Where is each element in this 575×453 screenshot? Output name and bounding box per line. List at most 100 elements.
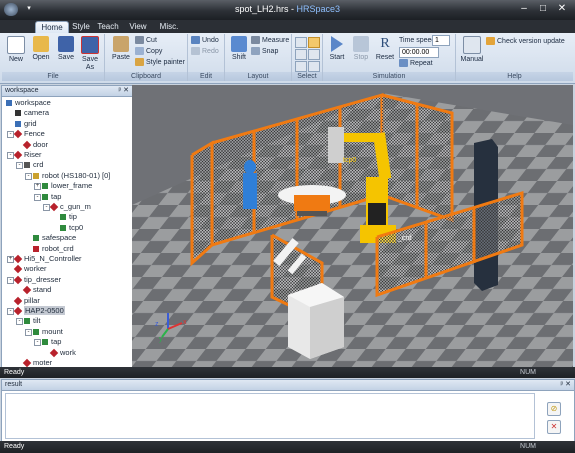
- tree-item[interactable]: safespace: [33, 233, 76, 243]
- tree-item-label: camera: [24, 108, 50, 118]
- tree-item[interactable]: Fence: [13, 129, 45, 139]
- tree-item[interactable]: camera: [15, 108, 49, 118]
- grid-icon: [15, 120, 21, 127]
- copy-button[interactable]: Copy: [135, 47, 162, 56]
- object-icon: [13, 150, 23, 160]
- select-pointer-icon[interactable]: [308, 37, 320, 48]
- tree-item[interactable]: tcp0: [60, 223, 83, 233]
- maximize-button[interactable]: □: [534, 2, 552, 16]
- update-icon: [486, 37, 495, 46]
- tree-expand-toggle[interactable]: +: [34, 183, 41, 191]
- tree-expand-toggle[interactable]: -: [34, 339, 41, 347]
- new-button[interactable]: New: [6, 36, 26, 64]
- open-button[interactable]: Open: [30, 36, 52, 62]
- tree-item[interactable]: tip: [60, 212, 77, 222]
- tree-expand-toggle[interactable]: -: [34, 193, 41, 201]
- start-button[interactable]: Start: [326, 36, 348, 62]
- tree-item[interactable]: c_gun_m: [49, 202, 91, 212]
- select-frame-icon[interactable]: [308, 49, 320, 60]
- tree-item[interactable]: grid: [15, 119, 37, 129]
- tree-expand-toggle[interactable]: -: [7, 131, 14, 139]
- main-status-bar: Ready NUM: [0, 367, 575, 378]
- tree-item[interactable]: robot_crd: [33, 244, 74, 254]
- stop-button[interactable]: Stop: [350, 36, 372, 62]
- 3d-viewport[interactable]: tcp0 _crd z x y: [132, 85, 573, 367]
- tree-item[interactable]: stand: [22, 285, 51, 295]
- tree-expand-toggle[interactable]: -: [7, 308, 14, 315]
- tree-expand-toggle[interactable]: -: [7, 276, 14, 284]
- tree-item[interactable]: tip_dresser: [13, 275, 61, 285]
- layout-group: Shift Measure Snap Layout: [225, 34, 292, 81]
- tab-misc[interactable]: Misc.: [157, 21, 181, 33]
- shift-button[interactable]: Shift: [228, 36, 250, 62]
- tree-item[interactable]: tilt: [24, 316, 41, 326]
- select-box-icon[interactable]: [295, 37, 307, 48]
- bottom-num-lock-indicator: NUM: [520, 443, 536, 450]
- tree-expand-toggle[interactable]: -: [25, 328, 32, 336]
- tree-item[interactable]: work: [49, 348, 76, 358]
- select-rotate-icon[interactable]: [295, 49, 307, 60]
- tree-item[interactable]: pillar: [13, 296, 40, 306]
- time-speed-select[interactable]: [432, 35, 450, 46]
- close-button[interactable]: ✕: [553, 2, 571, 16]
- file-group-label: File: [2, 72, 104, 81]
- edit-group-label: Edit: [188, 72, 224, 81]
- tree-item[interactable]: Riser: [13, 150, 42, 160]
- frame-icon: [42, 339, 48, 346]
- select-link-icon[interactable]: [308, 61, 320, 72]
- frame-icon: [24, 318, 30, 325]
- tree-item[interactable]: tap: [42, 337, 61, 347]
- tree-expand-toggle[interactable]: -: [16, 318, 23, 326]
- tree-item[interactable]: tap: [42, 192, 61, 202]
- tree-item[interactable]: robot (HS180-01) [0]: [33, 171, 110, 181]
- reset-button[interactable]: R Reset: [374, 36, 396, 62]
- axis-x-label: x: [183, 319, 187, 326]
- object-icon: [49, 348, 59, 357]
- tree-expand-toggle[interactable]: -: [7, 152, 14, 159]
- tree-expand-toggle[interactable]: +: [7, 256, 14, 263]
- time-display-field[interactable]: [399, 47, 439, 58]
- tree-item-label: tap: [51, 337, 62, 347]
- tree-item[interactable]: HAP2-0500: [13, 306, 65, 316]
- undo-button[interactable]: Undo: [191, 36, 219, 45]
- tree-item[interactable]: lower_frame: [42, 181, 92, 191]
- time-speed-label: Time speed: [399, 37, 436, 44]
- result-panel-buttons[interactable]: ᵖ ✕: [561, 380, 571, 390]
- repeat-button[interactable]: Repeat: [399, 59, 433, 68]
- measure-button[interactable]: Measure: [251, 36, 289, 45]
- tab-teach[interactable]: Teach: [96, 21, 120, 33]
- clear-filter-button[interactable]: ⊘: [547, 402, 561, 416]
- tree-expand-toggle[interactable]: -: [25, 172, 32, 180]
- redo-button[interactable]: Redo: [191, 47, 219, 56]
- tree-item[interactable]: Hi5_N_Controller: [13, 254, 82, 264]
- check-update-button[interactable]: Check version update: [486, 37, 565, 46]
- delete-log-button[interactable]: ✕: [547, 420, 561, 434]
- safespace-icon: [33, 235, 39, 242]
- snap-button[interactable]: Snap: [251, 47, 278, 56]
- style-painter-button[interactable]: Style painter: [135, 58, 185, 67]
- result-output-area[interactable]: [5, 393, 535, 439]
- select-group: Select: [292, 34, 323, 81]
- cut-button[interactable]: Cut: [135, 36, 157, 45]
- tab-view[interactable]: View: [127, 21, 149, 33]
- tree-item[interactable]: worker: [13, 264, 47, 274]
- paste-button[interactable]: Paste: [109, 36, 133, 62]
- tab-style[interactable]: Style: [70, 21, 92, 33]
- workspace-panel-buttons[interactable]: ᵖ ✕: [119, 86, 129, 96]
- tree-item-label: safespace: [42, 233, 77, 243]
- save-as-button[interactable]: Save As: [80, 36, 100, 72]
- frame-icon: [42, 193, 48, 200]
- tree-item[interactable]: workspace: [6, 98, 51, 108]
- status-text: Ready: [4, 369, 25, 376]
- manual-button[interactable]: Manual: [459, 36, 485, 64]
- minimize-button[interactable]: –: [515, 2, 533, 16]
- worker-figure: [243, 160, 257, 209]
- select-axis-icon[interactable]: [295, 61, 307, 72]
- save-button[interactable]: Save: [56, 36, 76, 62]
- tree-item[interactable]: door: [22, 140, 48, 150]
- tree-expand-toggle[interactable]: -: [43, 204, 50, 211]
- tree-item[interactable]: crd: [24, 160, 43, 170]
- tree-item[interactable]: mount: [33, 327, 63, 337]
- tree-expand-toggle[interactable]: -: [16, 162, 23, 170]
- save-as-icon: [81, 36, 99, 54]
